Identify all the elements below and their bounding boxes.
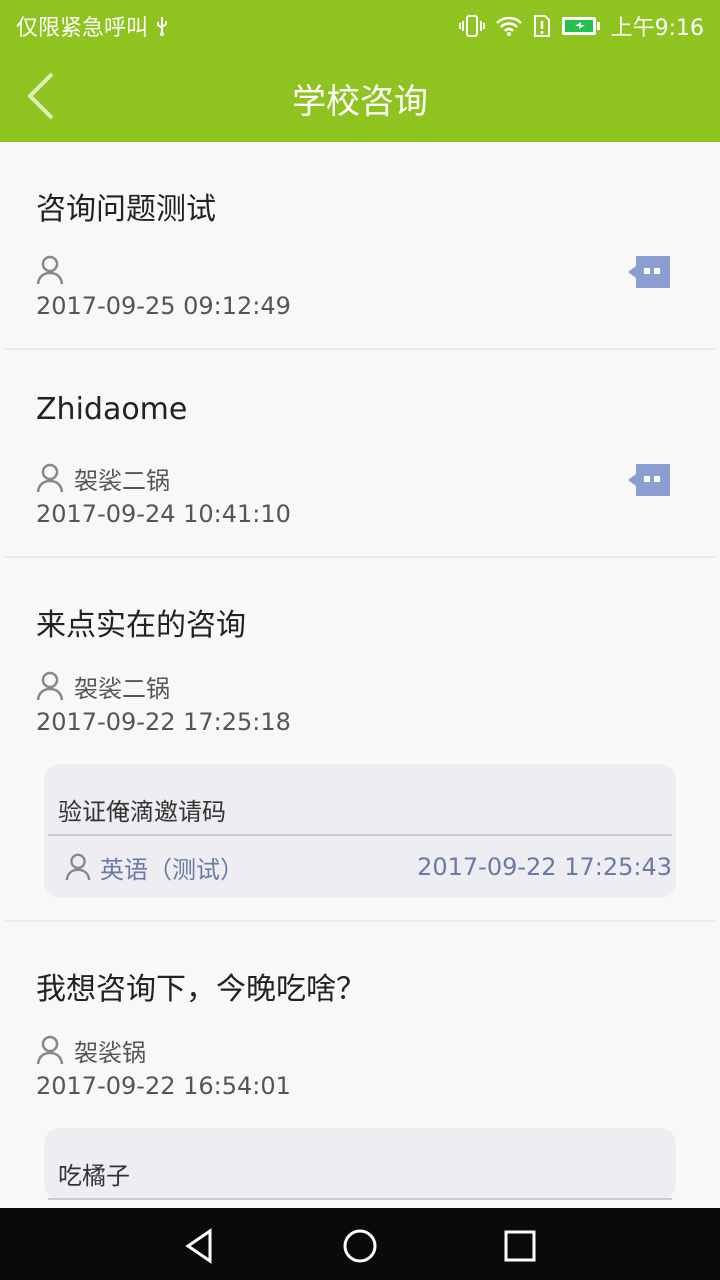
reply-author: 英语（测试） [100,855,244,884]
item-author: 袈裟二锅 [74,674,170,703]
item-title: 来点实在的咨询 [36,608,246,643]
list-item[interactable]: Zhidaome 袈裟二锅 2017-09-24 10:41:10 [4,350,716,558]
list-item[interactable]: 来点实在的咨询 袈裟二锅 2017-09-22 17:25:18 验证俺滴邀请码… [4,558,716,922]
person-icon [36,1035,64,1065]
back-triangle-icon[interactable] [180,1226,220,1266]
status-bar: 仅限紧急呼叫 上午9:16 [0,0,720,50]
reply-text: 吃橘子 [48,1128,672,1200]
person-icon [36,671,64,701]
person-icon [36,463,64,493]
item-author: 袈裟锅 [74,1038,146,1067]
reply-text: 验证俺滴邀请码 [48,764,672,836]
battery-icon [561,17,600,35]
item-time: 2017-09-25 09:12:49 [36,292,291,320]
item-time: 2017-09-24 10:41:10 [36,500,291,528]
item-author-row: 袈裟锅 [36,1032,684,1068]
list-item[interactable]: 我想咨询下，今晚吃啥？ 袈裟锅 2017-09-22 16:54:01 吃橘子 [4,922,716,1208]
wifi-icon [495,16,522,36]
system-nav-bar [0,1208,720,1280]
carrier-text: 仅限紧急呼叫 [16,16,149,41]
recents-square-icon[interactable] [500,1226,540,1266]
item-time: 2017-09-22 17:25:18 [36,708,291,736]
reply-time: 2017-09-22 17:25:43 [417,853,672,881]
reply-meta: 英语（测试） 2017-09-22 17:25:43 [48,836,672,898]
item-author: 袈裟二锅 [74,466,170,495]
person-icon [36,255,64,285]
page-title: 学校咨询 [292,82,428,122]
item-author-row [36,252,684,288]
home-circle-icon[interactable] [340,1226,380,1266]
clock-text: 上午9:16 [610,16,704,41]
chat-bubble-icon[interactable] [626,254,672,290]
vibrate-icon [458,15,485,37]
item-title: Zhidaome [36,392,188,427]
item-title: 咨询问题测试 [36,192,216,227]
chat-bubble-icon[interactable] [626,462,672,498]
item-time: 2017-09-22 16:54:01 [36,1072,291,1100]
sim-alert-icon [533,15,550,37]
consult-list: 咨询问题测试 2017-09-25 09:12:49 Zhidaome 袈裟二锅… [0,142,720,1208]
navigation-bar: 学校咨询 [0,50,720,142]
item-author-row: 袈裟二锅 [36,460,684,496]
item-title: 我想咨询下，今晚吃啥？ [36,972,366,1007]
reply-box: 验证俺滴邀请码 英语（测试） 2017-09-22 17:25:43 [44,764,676,898]
item-author-row: 袈裟二锅 [36,668,684,704]
usb-icon [157,17,168,36]
reply-box: 吃橘子 [44,1128,676,1200]
person-icon [65,853,91,881]
header-bar: 仅限紧急呼叫 上午9:16 学校咨询 [0,0,720,142]
list-item[interactable]: 咨询问题测试 2017-09-25 09:12:49 [4,142,716,350]
